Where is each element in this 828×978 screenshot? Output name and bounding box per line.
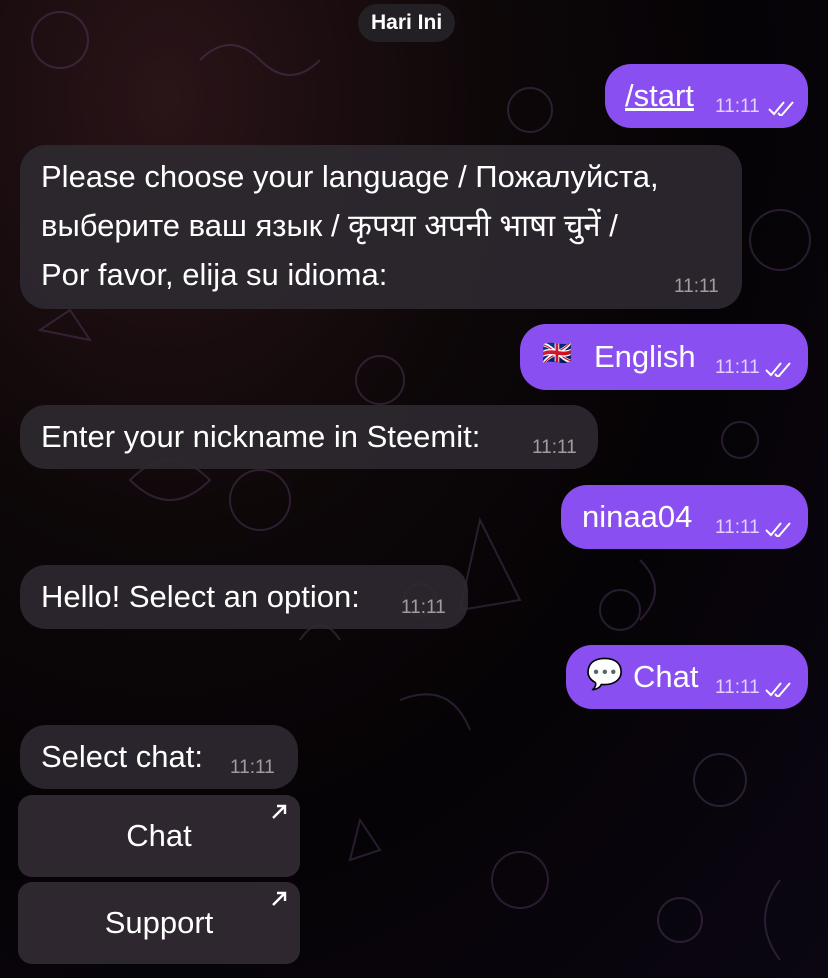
read-ticks-icon: [765, 362, 791, 377]
message-time: 11:11: [715, 357, 760, 378]
outgoing-message[interactable]: ninaa04 11:11: [561, 485, 808, 549]
keyboard-button-chat[interactable]: Chat: [18, 795, 300, 877]
message-time: 11:11: [230, 757, 275, 778]
outgoing-message[interactable]: 💬 Chat 11:11: [566, 645, 808, 709]
uk-flag-icon: 🇬🇧: [542, 340, 572, 367]
message-text: Enter your nickname in Steemit:: [41, 419, 481, 454]
message-text: ninaa04: [582, 499, 693, 534]
message-text: Hello! Select an option:: [41, 579, 360, 614]
message-text: English: [594, 339, 696, 374]
incoming-message: Enter your nickname in Steemit: 11:11: [20, 405, 598, 469]
external-link-arrow-icon: [272, 804, 287, 819]
outgoing-message[interactable]: /start 11:11: [605, 64, 808, 128]
external-link-arrow-icon: [272, 891, 287, 906]
button-label: Support: [104, 905, 214, 940]
incoming-message: Select chat: 11:11: [20, 725, 298, 789]
message-time: 11:11: [715, 517, 760, 538]
message-time: 11:11: [532, 437, 577, 458]
date-separator: Hari Ini: [358, 4, 456, 42]
keyboard-button-support[interactable]: Support: [18, 882, 300, 964]
message-text: Chat: [633, 659, 699, 694]
button-label: Chat: [126, 818, 192, 853]
incoming-message: Please choose your language / Пожалуйста…: [20, 145, 742, 309]
command-link[interactable]: /start: [625, 71, 694, 120]
incoming-message: Hello! Select an option: 11:11: [20, 565, 468, 629]
message-time: 11:11: [715, 677, 760, 698]
read-ticks-icon: [765, 522, 791, 537]
message-text: Please choose your language / Пожалуйста…: [41, 159, 659, 292]
outgoing-message[interactable]: 🇬🇧 English 11:11: [520, 324, 808, 390]
message-time: 11:11: [715, 96, 760, 117]
message-text: Select chat:: [41, 739, 203, 774]
speech-bubble-icon: 💬: [586, 658, 624, 691]
message-time: 11:11: [401, 597, 446, 618]
read-ticks-icon: [765, 682, 791, 697]
read-ticks-icon: [768, 101, 794, 116]
message-time: 11:11: [674, 276, 719, 297]
